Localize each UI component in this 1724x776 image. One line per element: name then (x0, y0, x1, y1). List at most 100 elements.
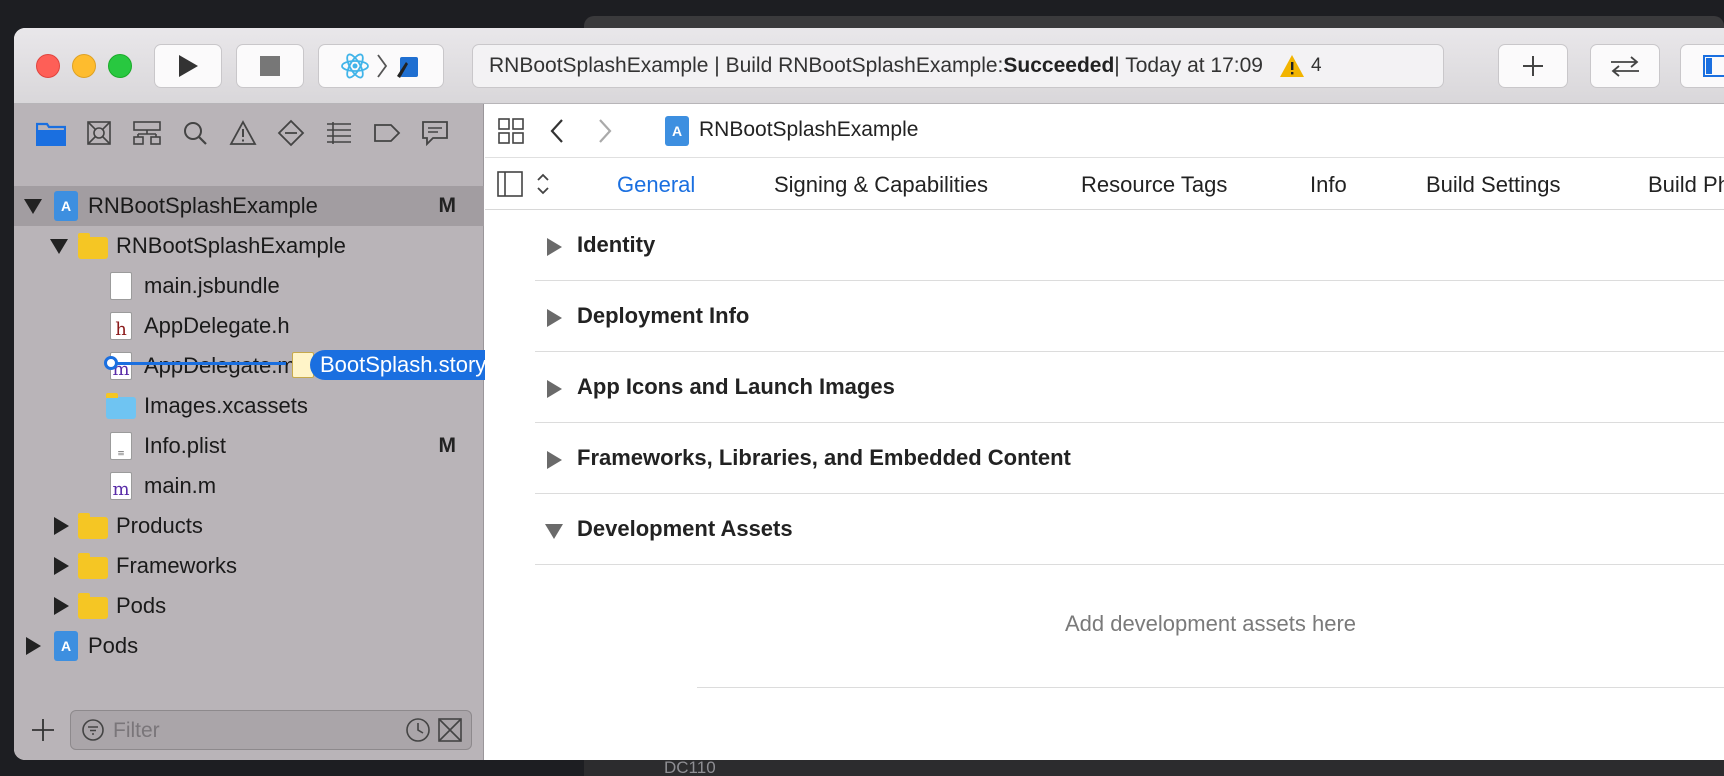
folder-icon (78, 593, 108, 619)
breakpoint-icon[interactable] (372, 118, 402, 148)
stop-button[interactable] (236, 44, 304, 88)
chevron-updown-icon[interactable] (535, 171, 551, 197)
breadcrumb[interactable]: RNBootSplashExample (699, 118, 918, 142)
tree-item-group[interactable]: Products (14, 506, 484, 546)
tree-item-group[interactable]: Pods (14, 586, 484, 626)
asset-catalog-icon (106, 393, 136, 419)
forward-icon[interactable] (597, 117, 613, 145)
plist-file-icon: ≡ (110, 432, 132, 460)
toolbar: RNBootSplashExample | Build RNBootSplash… (14, 28, 1724, 104)
section-development-assets[interactable]: Development Assets (535, 494, 1724, 565)
source-control-filter-icon[interactable] (437, 717, 463, 743)
tree-item-file[interactable]: main.jsbundle (14, 266, 484, 306)
disclosure-closed-icon[interactable] (547, 380, 562, 398)
tab-build-settings[interactable]: Build Settings (1426, 172, 1561, 198)
issue-icon[interactable] (228, 118, 258, 148)
tab-build-phases[interactable]: Build Phases (1648, 172, 1724, 198)
disclosure-open-icon[interactable] (50, 239, 68, 254)
navigator-toggle-button[interactable] (1680, 44, 1724, 88)
warning-icon[interactable] (1279, 54, 1305, 78)
disclosure-closed-icon[interactable] (547, 451, 562, 469)
tab-info[interactable]: Info (1310, 172, 1347, 198)
run-button[interactable] (154, 44, 222, 88)
development-assets-list[interactable]: Add development assets here (697, 565, 1724, 688)
code-review-button[interactable] (1590, 44, 1660, 88)
tree-item-label: Pods (88, 633, 139, 658)
tree-item-label: main.jsbundle (144, 273, 280, 298)
xcodeproj-icon: A (54, 191, 78, 221)
disclosure-closed-icon[interactable] (547, 238, 562, 256)
disclosure-open-icon[interactable] (545, 524, 563, 539)
stop-icon (260, 56, 280, 76)
disclosure-closed-icon[interactable] (54, 557, 69, 575)
debug-icon[interactable] (324, 118, 354, 148)
section-app-icons[interactable]: App Icons and Launch Images (535, 352, 1724, 423)
folder-icon (78, 513, 108, 539)
section-deployment-info[interactable]: Deployment Info (535, 281, 1724, 352)
tab-signing-capabilities[interactable]: Signing & Capabilities (774, 172, 988, 198)
section-title: Identity (577, 232, 656, 257)
tree-item-file[interactable]: h AppDelegate.h (14, 306, 484, 346)
navigator-tab-bar (14, 104, 484, 162)
minimize-window-button[interactable] (72, 54, 96, 78)
search-icon[interactable] (180, 118, 210, 148)
disclosure-closed-icon[interactable] (54, 597, 69, 615)
section-title: Frameworks, Libraries, and Embedded Cont… (577, 445, 1071, 470)
editor-tab-bar: General Signing & Capabilities Resource … (485, 158, 1724, 210)
section-identity[interactable]: Identity (535, 210, 1724, 281)
back-icon[interactable] (549, 117, 565, 145)
recent-files-icon[interactable] (405, 717, 431, 743)
report-icon[interactable] (420, 118, 450, 148)
section-title: Deployment Info (577, 303, 750, 328)
tree-item-project[interactable]: A Pods (14, 626, 484, 666)
scheme-selector[interactable] (318, 44, 444, 88)
warning-count[interactable]: 4 (1311, 55, 1322, 77)
navigator-filter-bar: Filter (14, 700, 484, 760)
symbol-icon[interactable] (132, 118, 162, 148)
tree-item-label: RNBootSplashExample (116, 233, 346, 258)
disclosure-closed-icon[interactable] (547, 309, 562, 327)
xcodeproj-icon: A (665, 116, 689, 146)
tab-general[interactable]: General (617, 172, 695, 198)
zoom-window-button[interactable] (108, 54, 132, 78)
source-control-icon[interactable] (84, 118, 114, 148)
jump-bar: A RNBootSplashExample (485, 104, 1724, 158)
folder-icon (78, 233, 108, 259)
test-icon[interactable] (276, 118, 306, 148)
tree-item-label: Info.plist (144, 433, 226, 458)
tree-item-file[interactable]: ≡ Info.plist M (14, 426, 484, 466)
library-add-button[interactable] (1498, 44, 1568, 88)
disclosure-closed-icon[interactable] (54, 517, 69, 535)
build-status: Succeeded (1003, 54, 1115, 77)
tree-item-label: RNBootSplashExample (88, 193, 318, 218)
targets-list-icon[interactable] (497, 171, 523, 197)
tree-item-group[interactable]: Frameworks (14, 546, 484, 586)
swap-arrows-icon (1611, 56, 1639, 77)
modified-badge: M (438, 434, 457, 457)
disclosure-open-icon[interactable] (24, 199, 42, 214)
tree-item-label: Products (116, 513, 203, 538)
filter-field[interactable]: Filter (70, 710, 472, 750)
disclosure-closed-icon[interactable] (26, 637, 41, 655)
tree-item-file[interactable]: Images.xcassets (14, 386, 484, 426)
related-items-icon[interactable] (497, 117, 525, 145)
section-frameworks[interactable]: Frameworks, Libraries, and Embedded Cont… (535, 423, 1724, 494)
tree-item-group[interactable]: RNBootSplashExample (14, 226, 484, 266)
add-icon[interactable] (30, 717, 56, 743)
filter-placeholder: Filter (113, 719, 160, 742)
tree-item-label: Images.xcassets (144, 393, 308, 418)
insertion-dot (104, 356, 118, 370)
folder-icon[interactable] (36, 118, 66, 148)
activity-view: RNBootSplashExample | Build RNBootSplash… (472, 44, 1444, 88)
modified-badge: M (438, 194, 457, 217)
device-icon (397, 57, 418, 78)
tree-item-file[interactable]: m main.m (14, 466, 484, 506)
section-title: Development Assets (577, 516, 793, 541)
close-window-button[interactable] (36, 54, 60, 78)
tree-item-project[interactable]: A RNBootSplashExample M (14, 186, 484, 226)
tree-item-label: AppDelegate.m (144, 353, 296, 378)
objc-file-icon: m (110, 472, 132, 500)
tree-item-label: Frameworks (116, 553, 238, 578)
section-title: App Icons and Launch Images (577, 374, 895, 399)
tab-resource-tags[interactable]: Resource Tags (1081, 172, 1227, 198)
